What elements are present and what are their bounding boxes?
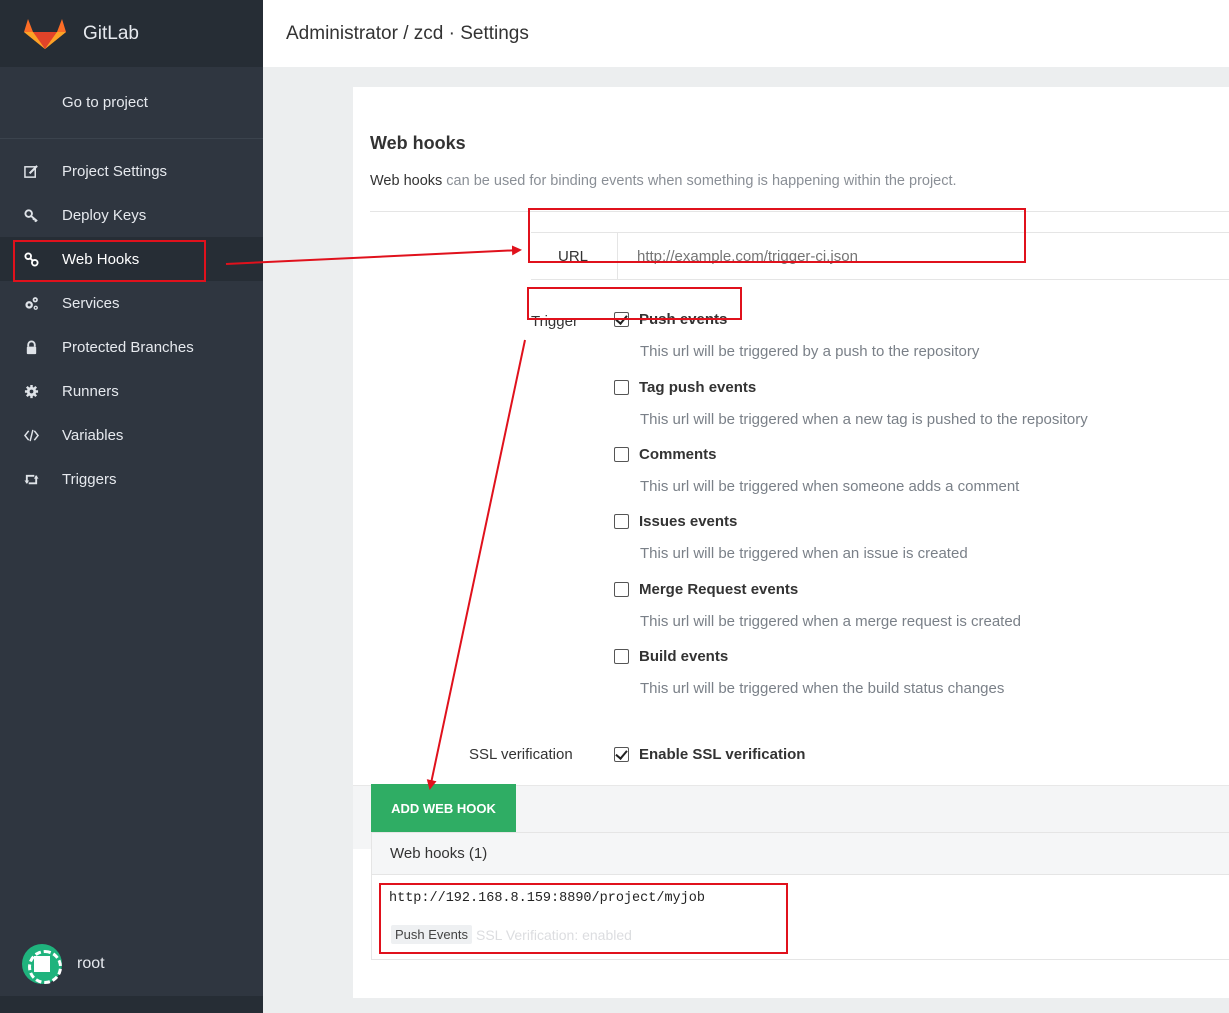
code-icon xyxy=(0,428,62,443)
build-events-checkbox[interactable] xyxy=(614,649,629,664)
ssl-verification-label: SSL verification xyxy=(469,746,573,763)
option-help: This url will be triggered when a merge … xyxy=(640,613,1022,630)
avatar[interactable] xyxy=(22,944,62,984)
page-description: Web hooks can be used for binding events… xyxy=(370,173,957,189)
key-icon xyxy=(0,208,62,223)
user-name[interactable]: root xyxy=(77,955,105,973)
option-help: This url will be triggered when the buil… xyxy=(640,680,1005,697)
annotation-box-hook-result xyxy=(379,883,788,954)
ssl-verification-checkbox[interactable] xyxy=(614,747,629,762)
lock-icon xyxy=(0,340,62,355)
option-merge-request-events: Merge Request events This url will be tr… xyxy=(614,581,1021,630)
option-help: This url will be triggered when an issue… xyxy=(640,545,968,562)
annotation-box-web-hooks xyxy=(13,240,206,282)
option-title[interactable]: Tag push events xyxy=(639,379,756,396)
sidebar-item-label: Project Settings xyxy=(62,162,168,180)
option-tag-push-events: Tag push events This url will be trigger… xyxy=(614,379,1088,428)
go-to-project-link[interactable]: Go to project xyxy=(0,67,263,139)
comments-checkbox[interactable] xyxy=(614,447,629,462)
tag-push-events-checkbox[interactable] xyxy=(614,380,629,395)
sidebar: GitLab Go to project Project Settings De… xyxy=(0,0,263,1013)
option-help: This url will be triggered when someone … xyxy=(640,478,1020,495)
edit-icon xyxy=(0,164,62,179)
sidebar-header: GitLab xyxy=(0,0,263,67)
description-text: can be used for binding events when some… xyxy=(442,173,957,189)
sidebar-item-runners[interactable]: Runners xyxy=(0,369,263,413)
gear-icon xyxy=(0,384,62,399)
webhooks-list-header: Web hooks (1) xyxy=(372,833,1229,875)
sidebar-item-label: Variables xyxy=(62,426,124,444)
option-ssl-verification: Enable SSL verification xyxy=(614,746,805,763)
retweet-icon xyxy=(0,472,62,487)
option-title[interactable]: Issues events xyxy=(639,513,737,530)
brand-name[interactable]: GitLab xyxy=(83,23,139,45)
merge-request-events-checkbox[interactable] xyxy=(614,582,629,597)
gitlab-logo-icon[interactable] xyxy=(24,18,66,49)
sidebar-item-project-settings[interactable]: Project Settings xyxy=(0,149,263,193)
sidebar-item-variables[interactable]: Variables xyxy=(0,413,263,457)
description-lead: Web hooks xyxy=(370,173,443,189)
sidebar-item-label: Services xyxy=(62,294,120,312)
sidebar-footer xyxy=(0,996,263,1013)
add-web-hook-button[interactable]: ADD WEB HOOK xyxy=(371,784,516,832)
sidebar-nav: Project Settings Deploy Keys Web Hooks S… xyxy=(0,139,263,501)
option-issues-events: Issues events This url will be triggered… xyxy=(614,513,968,562)
page-title: Web hooks xyxy=(370,133,466,153)
cogs-icon xyxy=(0,296,62,311)
user-menu[interactable]: root xyxy=(22,944,105,984)
issues-events-checkbox[interactable] xyxy=(614,514,629,529)
sidebar-item-deploy-keys[interactable]: Deploy Keys xyxy=(0,193,263,237)
option-title[interactable]: Build events xyxy=(639,648,728,665)
option-help: This url will be triggered by a push to … xyxy=(640,343,980,360)
annotation-box-url xyxy=(528,208,1026,263)
sidebar-item-triggers[interactable]: Triggers xyxy=(0,457,263,501)
sidebar-item-label: Triggers xyxy=(62,470,117,488)
sidebar-item-services[interactable]: Services xyxy=(0,281,263,325)
option-build-events: Build events This url will be triggered … xyxy=(614,648,1004,697)
option-title[interactable]: Enable SSL verification xyxy=(639,746,805,763)
page-header: Administrator / zcd · Settings xyxy=(263,0,1229,67)
option-title[interactable]: Merge Request events xyxy=(639,581,798,598)
option-help: This url will be triggered when a new ta… xyxy=(640,411,1088,428)
option-title[interactable]: Comments xyxy=(639,446,717,463)
breadcrumb[interactable]: Administrator / zcd · Settings xyxy=(286,23,529,45)
option-comments: Comments This url will be triggered when… xyxy=(614,446,1019,495)
sidebar-item-label: Deploy Keys xyxy=(62,206,147,224)
sidebar-item-label: Protected Branches xyxy=(62,338,194,356)
sidebar-item-label: Runners xyxy=(62,382,119,400)
annotation-box-trigger xyxy=(527,287,742,320)
sidebar-item-protected-branches[interactable]: Protected Branches xyxy=(0,325,263,369)
